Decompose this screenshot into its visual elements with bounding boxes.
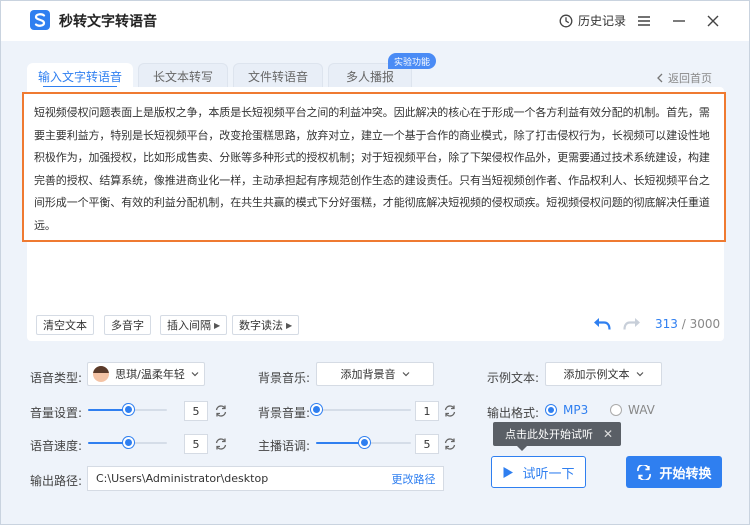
format-wav-label: WAV	[628, 403, 655, 417]
close-icon[interactable]	[705, 13, 721, 29]
reset-icon[interactable]	[443, 404, 457, 418]
format-mp3-label: MP3	[563, 403, 589, 417]
listen-tooltip: 点击此处开始试听 ✕	[493, 422, 622, 451]
pitch-label: 主播语调:	[258, 439, 311, 453]
history-button[interactable]: 历史记录	[559, 12, 626, 29]
history-label: 历史记录	[578, 14, 627, 28]
reset-icon[interactable]	[214, 404, 228, 418]
app-window: 秒转文字转语音 历史记录 输入文字转语音 长文本转写 文件转语音 多人播报 实验…	[0, 0, 750, 525]
chevron-down-icon	[636, 372, 643, 377]
voice-type-select[interactable]: 思琪/温柔年轻	[87, 362, 205, 386]
listen-label: 试听一下	[522, 466, 575, 482]
format-wav-radio[interactable]: WAV	[610, 403, 655, 417]
undo-icon[interactable]	[593, 317, 611, 331]
text-input-area[interactable]: 短视频侵权问题表面上是版权之争，本质是长短视频平台之间的利益冲突。因此解决的核心…	[22, 92, 726, 242]
listen-tooltip-text: 点击此处开始试听	[505, 428, 593, 441]
voice-type-label: 语音类型:	[30, 371, 83, 385]
clear-text-button[interactable]: 清空文本	[36, 315, 94, 335]
speed-value[interactable]: 5	[184, 434, 208, 454]
volume-value[interactable]: 5	[184, 401, 208, 421]
minimize-icon[interactable]	[671, 13, 687, 29]
chevron-down-icon	[191, 372, 199, 377]
sample-text-label: 示例文本:	[487, 371, 540, 385]
convert-icon	[637, 464, 652, 480]
char-count-max: 3000	[689, 317, 721, 331]
tab-text-to-speech[interactable]: 输入文字转语音	[27, 63, 133, 88]
polyphone-label: 多音字	[111, 319, 144, 332]
triangle-right-icon: ▶	[286, 320, 293, 330]
radio-dot	[610, 404, 622, 416]
char-count-current: 313	[655, 317, 678, 331]
bg-volume-slider-knob[interactable]	[311, 404, 322, 415]
sample-text-value: 添加示例文本	[563, 368, 630, 381]
sample-text-select[interactable]: 添加示例文本	[545, 362, 662, 386]
format-label: 输出格式:	[487, 406, 540, 420]
menu-icon[interactable]	[636, 13, 652, 29]
redo-icon[interactable]	[623, 317, 641, 331]
voice-type-value: 思琪/温柔年轻	[115, 368, 185, 381]
pitch-value[interactable]: 5	[415, 434, 439, 454]
speed-slider-knob[interactable]	[122, 437, 134, 448]
insert-pause-label: 插入间隔	[167, 319, 211, 332]
experimental-badge: 实验功能	[388, 53, 437, 69]
bg-volume-value[interactable]: 1	[415, 401, 439, 421]
bg-music-label: 背景音乐:	[258, 371, 311, 385]
clock-icon	[559, 14, 573, 27]
bg-volume-slider[interactable]	[311, 404, 411, 416]
insert-pause-button[interactable]: 插入间隔 ▶	[160, 315, 228, 335]
pitch-slider[interactable]	[316, 437, 411, 449]
chevron-down-icon	[402, 372, 409, 377]
play-icon	[503, 466, 514, 478]
output-path-input[interactable]	[87, 466, 385, 491]
back-home-link[interactable]: 返回首页	[656, 70, 712, 86]
pitch-slider-knob[interactable]	[358, 437, 370, 448]
speed-slider[interactable]	[88, 437, 167, 449]
start-convert-label: 开始转换	[659, 466, 712, 482]
tooltip-close-icon[interactable]: ✕	[603, 427, 613, 441]
number-reading-button[interactable]: 数字读法 ▶	[232, 315, 300, 335]
bg-music-value: 添加背景音	[340, 368, 396, 381]
bg-music-select[interactable]: 添加背景音	[316, 362, 434, 386]
speed-label: 语音速度:	[30, 439, 83, 453]
bg-volume-label: 背景音量:	[258, 406, 311, 420]
reset-icon[interactable]	[443, 437, 457, 451]
voice-avatar	[93, 366, 110, 382]
polyphone-button[interactable]: 多音字	[104, 315, 151, 335]
volume-slider[interactable]	[88, 404, 167, 416]
tab-long-text[interactable]: 长文本转写	[138, 63, 228, 88]
app-logo-icon	[30, 10, 50, 30]
path-label: 输出路径:	[30, 474, 83, 488]
back-home-label: 返回首页	[668, 72, 712, 85]
char-count: 313 / 3000	[655, 317, 720, 331]
volume-label: 音量设置:	[30, 406, 83, 420]
radio-dot	[545, 404, 557, 416]
tab-file-to-speech[interactable]: 文件转语音	[233, 63, 323, 88]
start-convert-button[interactable]: 开始转换	[626, 456, 722, 488]
chevron-left-icon	[657, 73, 663, 83]
reset-icon[interactable]	[214, 437, 228, 451]
format-mp3-radio[interactable]: MP3	[545, 403, 588, 417]
char-count-sep: /	[677, 317, 690, 331]
app-title: 秒转文字转语音	[59, 14, 157, 30]
listen-button[interactable]: 试听一下	[491, 456, 586, 488]
change-path-button[interactable]: 更改路径	[384, 466, 444, 491]
clear-text-label: 清空文本	[43, 319, 87, 332]
title-bar: 秒转文字转语音 历史记录	[1, 1, 749, 41]
triangle-right-icon: ▶	[214, 320, 221, 330]
volume-slider-knob[interactable]	[122, 404, 134, 415]
number-reading-label: 数字读法	[239, 319, 283, 332]
